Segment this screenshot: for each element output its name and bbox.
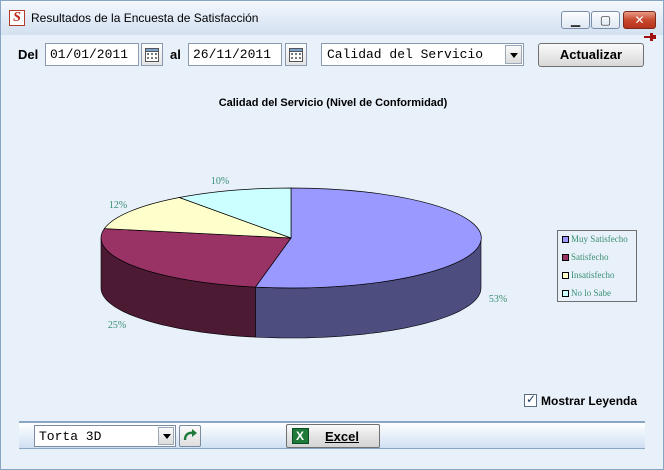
excel-export-button[interactable]: Excel xyxy=(286,424,380,448)
show-legend-label: Mostrar Leyenda xyxy=(541,394,638,408)
pie-data-label: 25% xyxy=(108,320,126,331)
legend-label: Muy Satisfecho xyxy=(571,234,628,244)
refresh-icon xyxy=(183,429,197,441)
chart-type-value: Torta 3D xyxy=(39,429,102,444)
pie-data-label: 10% xyxy=(211,176,229,187)
report-window: S Resultados de la Encuesta de Satisfacc… xyxy=(0,0,664,470)
refresh-button[interactable] xyxy=(179,425,201,447)
chart-legend: Muy Satisfecho Satisfecho Insatisfecho N… xyxy=(557,230,637,302)
legend-swatch xyxy=(562,236,569,244)
legend-item: Muy Satisfecho xyxy=(562,234,628,246)
excel-button-label: Excel xyxy=(325,429,359,444)
legend-label: No lo Sabe xyxy=(571,288,611,298)
show-legend-checkbox[interactable] xyxy=(524,392,537,407)
legend-item: Insatisfecho xyxy=(562,270,614,282)
chart-type-select[interactable]: Torta 3D xyxy=(34,425,176,447)
legend-label: Insatisfecho xyxy=(571,270,615,280)
legend-swatch xyxy=(562,290,569,298)
pie-data-label: 12% xyxy=(109,200,127,211)
chevron-down-icon[interactable] xyxy=(158,427,174,445)
legend-item: No lo Sabe xyxy=(562,288,611,300)
pie-data-label: 53% xyxy=(489,294,507,305)
excel-icon xyxy=(292,428,309,444)
legend-swatch xyxy=(562,272,569,280)
legend-item: Satisfecho xyxy=(562,252,609,264)
legend-swatch xyxy=(562,254,569,262)
legend-label: Satisfecho xyxy=(571,252,609,262)
